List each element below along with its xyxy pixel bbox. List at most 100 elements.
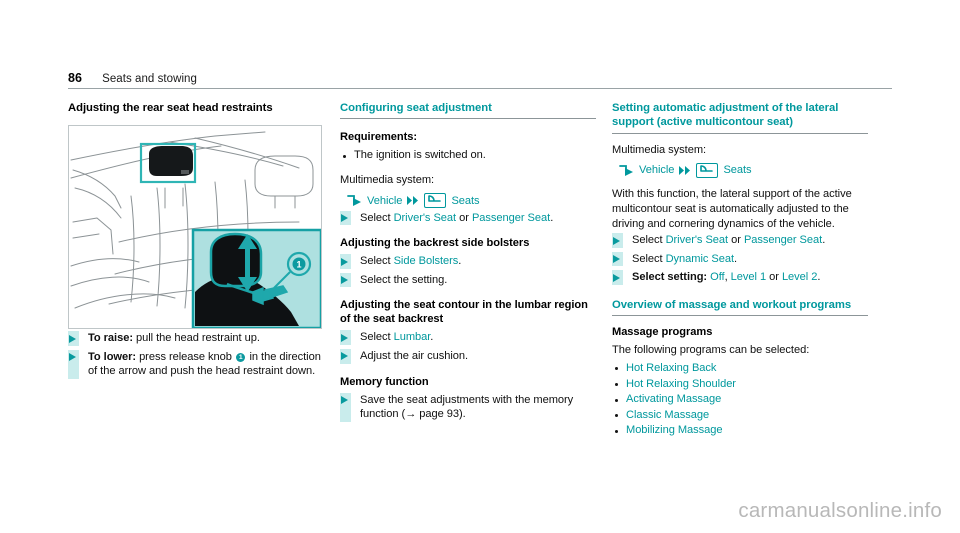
step-arrow-icon — [612, 270, 623, 285]
subheading-massage-programs: Massage programs — [612, 326, 713, 339]
step-suffix: . — [734, 252, 738, 265]
chapter-title: Seats and stowing — [102, 73, 197, 85]
step-save-memory: Save the seat adjustments with the memor… — [340, 392, 596, 422]
step-suffix: . — [817, 271, 821, 284]
step-arrow-icon — [340, 210, 351, 226]
step-lead-raise: To raise: — [88, 332, 133, 344]
option-level-1[interactable]: Level 1 — [731, 271, 766, 283]
step-conjunction: or — [456, 211, 472, 224]
step-lead-lower: To lower: — [88, 350, 137, 363]
double-chevron-right-icon — [679, 165, 691, 176]
rear-seat-head-restraint-illustration: 1 — [68, 125, 322, 329]
option-level-2[interactable]: Level 2 — [782, 271, 817, 283]
arrow-turn-right-icon — [619, 165, 634, 176]
step-suffix: . — [822, 234, 826, 247]
step-arrow-icon — [68, 331, 79, 346]
option-passenger-seat[interactable]: Passenger Seat — [472, 212, 550, 224]
massage-program-item[interactable]: Hot Relaxing Back — [612, 361, 868, 377]
arrow-turn-right-icon — [347, 195, 362, 207]
step-arrow-icon — [340, 330, 351, 345]
lateral-support-description: With this function, the lateral support … — [612, 188, 852, 230]
step-prefix-bold: Select setting: — [632, 271, 708, 284]
multimedia-system-label: Multimedia system: — [612, 143, 707, 156]
massage-programs-list: Hot Relaxing Back Hot Relaxing Shoulder … — [612, 361, 868, 439]
step-arrow-icon — [340, 272, 351, 288]
option-dynamic-seat[interactable]: Dynamic Seat — [666, 253, 735, 265]
subheading-side-bolsters: Adjusting the backrest side bolsters — [340, 237, 530, 250]
massage-program-item[interactable]: Hot Relaxing Shoulder — [612, 377, 868, 393]
option-side-bolsters[interactable]: Side Bolsters — [394, 255, 459, 267]
mmi-item-vehicle[interactable]: Vehicle — [367, 195, 402, 207]
seat-icon — [696, 162, 719, 178]
step-prefix: Select — [632, 234, 666, 247]
requirements-heading: Requirements: — [340, 131, 418, 144]
option-drivers-seat[interactable]: Driver's Seat — [394, 212, 457, 224]
option-passenger-seat[interactable]: Passenger Seat — [744, 234, 822, 246]
section-heading-lateral-support: Setting automatic adjustment of the late… — [612, 101, 868, 134]
subheading-lumbar: Adjusting the seat contour in the lumbar… — [340, 299, 588, 326]
column-right: Setting automatic adjustment of the late… — [612, 101, 868, 439]
option-off[interactable]: Off — [710, 271, 725, 283]
step-arrow-icon — [340, 392, 351, 422]
select-seat-steps: Select Driver's Seat or Passenger Seat. — [340, 210, 596, 226]
step-arrow-icon — [68, 349, 79, 379]
step-to-lower: To lower: press release knob 1 in the di… — [68, 349, 324, 379]
mmi-path-vehicle-seats[interactable]: Vehicle Seats — [340, 193, 596, 209]
step-arrow-icon — [340, 254, 351, 269]
section-heading-head-restraints: Adjusting the rear seat head restraints — [68, 102, 273, 114]
double-chevron-right-icon — [407, 195, 419, 206]
column-left: Adjusting the rear seat head restraints — [68, 101, 324, 379]
step-select-dynamic-seat: Select Dynamic Seat. — [612, 251, 868, 267]
side-bolsters-steps: Select Side Bolsters. Select the setting… — [340, 254, 596, 288]
step-prefix: Select — [632, 252, 666, 265]
section-heading-massage-overview: Overview of massage and workout programs — [612, 298, 868, 317]
step-mid: or — [728, 234, 744, 247]
svg-text:1: 1 — [296, 260, 301, 270]
manual-page: 86 Seats and stowing Adjusting the rear s… — [0, 0, 960, 533]
step-text-memory: Save the seat adjustments with the memor… — [360, 393, 574, 421]
step-arrow-icon — [612, 251, 623, 267]
option-drivers-seat[interactable]: Driver's Seat — [666, 234, 729, 246]
step-select-seat: Select Driver's Seat or Passenger Seat. — [340, 210, 596, 226]
lumbar-steps: Select Lumbar. Adjust the air cushion. — [340, 330, 596, 364]
step-suffix: . — [430, 331, 434, 344]
step-text-lower-a: press release knob — [136, 350, 235, 363]
step-suffix: . — [550, 211, 554, 224]
step-suffix: . — [458, 255, 462, 268]
requirements-list: The ignition is switched on. — [340, 148, 596, 164]
step-text-raise: pull the head restraint up. — [132, 332, 260, 344]
step-prefix: Select the setting. — [360, 273, 448, 286]
section-heading-configuring-seat-adjustment: Configuring seat adjustment — [340, 101, 596, 120]
massage-program-item[interactable]: Classic Massage — [612, 408, 868, 424]
massage-intro-text: The following programs can be selected: — [612, 344, 810, 357]
massage-program-item[interactable]: Activating Massage — [612, 392, 868, 408]
step-to-raise: To raise: pull the head restraint up. — [68, 331, 324, 346]
memory-function-steps: Save the seat adjustments with the memor… — [340, 392, 596, 422]
step-select-setting: Select the setting. — [340, 272, 596, 288]
mmi-path-vehicle-seats[interactable]: Vehicle Seats — [612, 162, 868, 178]
multimedia-system-label: Multimedia system: — [340, 174, 435, 186]
step-select-side-bolsters: Select Side Bolsters. — [340, 254, 596, 269]
head-restraint-steps: To raise: pull the head restraint up. To… — [68, 331, 324, 379]
step-select-setting-level: Select setting: Off, Level 1 or Level 2. — [612, 270, 868, 285]
requirement-item: The ignition is switched on. — [340, 148, 596, 164]
page-number: 86 — [68, 71, 83, 85]
lateral-support-steps: Select Driver's Seat or Passenger Seat. … — [612, 233, 868, 285]
massage-program-item[interactable]: Mobilizing Massage — [612, 423, 868, 439]
mmi-item-seats[interactable]: Seats — [451, 195, 479, 207]
step-prefix: Select — [360, 331, 394, 344]
step-prefix: Select — [360, 255, 394, 268]
seat-icon — [424, 193, 447, 209]
subheading-memory-function: Memory function — [340, 375, 429, 388]
mmi-item-seats[interactable]: Seats — [723, 164, 751, 176]
mmi-item-vehicle[interactable]: Vehicle — [639, 164, 674, 176]
step-prefix: Select — [360, 211, 394, 224]
step-select-seat: Select Driver's Seat or Passenger Seat. — [612, 233, 868, 248]
header-divider — [68, 88, 892, 89]
option-lumbar[interactable]: Lumbar — [394, 331, 431, 343]
callout-badge-1: 1 — [235, 352, 246, 363]
step-prefix: Adjust the air cushion. — [360, 349, 469, 362]
step-select-lumbar: Select Lumbar. — [340, 330, 596, 345]
step-mid2: or — [766, 271, 782, 284]
step-arrow-icon — [612, 233, 623, 248]
